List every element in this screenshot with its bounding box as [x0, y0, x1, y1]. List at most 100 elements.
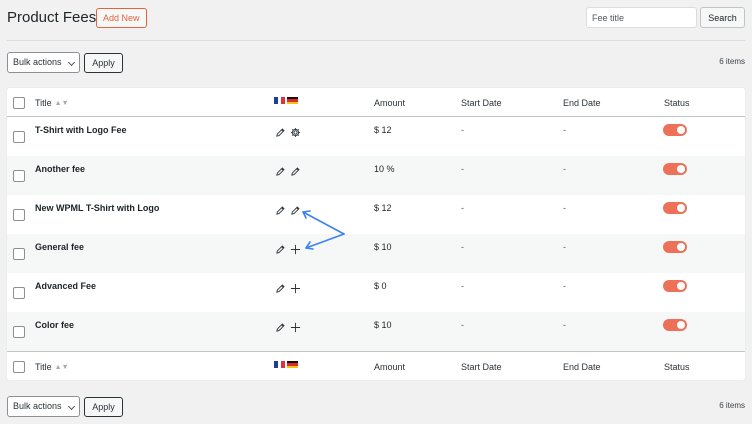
plus-icon[interactable] — [290, 242, 301, 255]
pencil-icon[interactable] — [275, 281, 286, 293]
fr-flag-icon — [274, 361, 286, 368]
pencil-icon[interactable] — [275, 164, 286, 176]
sort-icon: ▲▼ — [54, 364, 69, 371]
fee-title-link[interactable]: Another fee — [35, 164, 85, 174]
pencil-icon[interactable] — [290, 203, 301, 215]
end-date-cell: - — [563, 125, 566, 135]
table-row: Color fee $ 10 - - — [7, 312, 745, 351]
amount-cell: $ 12 — [374, 203, 392, 213]
fee-title-link[interactable]: T-Shirt with Logo Fee — [35, 125, 127, 135]
items-count: 6 items — [719, 57, 745, 66]
bulk-actions-label: Bulk actions — [13, 401, 62, 411]
fee-title-link[interactable]: New WPML T-Shirt with Logo — [35, 203, 159, 213]
start-date-cell: - — [461, 281, 464, 291]
start-date-cell: - — [461, 164, 464, 174]
end-date-cell: - — [563, 320, 566, 330]
language-flags — [274, 97, 298, 104]
chevron-down-icon — [67, 58, 76, 67]
bulk-actions-label: Bulk actions — [13, 57, 62, 67]
amount-cell: $ 10 — [374, 242, 392, 252]
tablenav-top: Bulk actions Apply 6 items — [7, 52, 745, 73]
end-date-cell: - — [563, 242, 566, 252]
translation-actions — [275, 125, 301, 137]
add-new-button[interactable]: Add New — [96, 8, 147, 28]
toggle-knob — [677, 282, 685, 290]
header-divider — [7, 40, 745, 41]
table-row: Another fee 10 % - - — [7, 156, 745, 195]
gear-icon[interactable] — [290, 125, 301, 137]
row-checkbox[interactable] — [13, 287, 25, 299]
table-row: General fee $ 10 - - — [7, 234, 745, 273]
fee-title-link[interactable]: Advanced Fee — [35, 281, 96, 291]
column-amount-footer: Amount — [374, 362, 406, 372]
search-input[interactable] — [586, 7, 697, 28]
column-start-date-footer: Start Date — [461, 362, 502, 372]
plus-icon[interactable] — [290, 320, 301, 333]
de-flag-icon — [287, 97, 298, 104]
column-title-footer[interactable]: Title ▲▼ — [35, 362, 69, 372]
toggle-knob — [677, 165, 685, 173]
chevron-down-icon — [67, 402, 76, 411]
status-toggle[interactable] — [663, 241, 687, 253]
row-checkbox[interactable] — [13, 209, 25, 221]
pencil-icon[interactable] — [275, 320, 286, 332]
row-checkbox[interactable] — [13, 170, 25, 182]
fees-table: Title ▲▼ Amount Start Date End Date Statu… — [7, 88, 745, 380]
table-row: Advanced Fee $ 0 - - — [7, 273, 745, 312]
table-header: Title ▲▼ Amount Start Date End Date Statu… — [7, 88, 745, 117]
amount-cell: 10 % — [374, 164, 395, 174]
select-all-checkbox[interactable] — [13, 97, 25, 109]
translation-actions — [275, 281, 301, 294]
start-date-cell: - — [461, 320, 464, 330]
plus-icon[interactable] — [290, 281, 301, 294]
row-checkbox[interactable] — [13, 131, 25, 143]
column-title-label: Title — [35, 362, 52, 372]
status-toggle[interactable] — [663, 124, 687, 136]
start-date-cell: - — [461, 203, 464, 213]
translation-actions — [275, 320, 301, 333]
column-status-header: Status — [664, 98, 690, 108]
fr-flag-icon — [274, 97, 286, 104]
status-toggle[interactable] — [663, 319, 687, 331]
sort-icon: ▲▼ — [54, 100, 69, 107]
pencil-icon[interactable] — [290, 164, 301, 176]
select-all-checkbox-footer[interactable] — [13, 361, 25, 373]
table-row: New WPML T-Shirt with Logo $ 12 - - — [7, 195, 745, 234]
end-date-cell: - — [563, 164, 566, 174]
start-date-cell: - — [461, 242, 464, 252]
end-date-cell: - — [563, 203, 566, 213]
column-title-label: Title — [35, 98, 52, 108]
toggle-knob — [677, 204, 685, 212]
column-end-date-header: End Date — [563, 98, 601, 108]
toggle-knob — [677, 243, 685, 251]
apply-button-bottom[interactable]: Apply — [84, 397, 123, 417]
bulk-actions-select[interactable]: Bulk actions — [7, 52, 80, 73]
toggle-knob — [677, 126, 685, 134]
tablenav-bottom: Bulk actions Apply 6 items — [7, 396, 745, 417]
apply-button[interactable]: Apply — [84, 53, 123, 73]
column-start-date-header: Start Date — [461, 98, 502, 108]
row-checkbox[interactable] — [13, 248, 25, 260]
toggle-knob — [677, 321, 685, 329]
fee-title-link[interactable]: General fee — [35, 242, 84, 252]
column-amount-header: Amount — [374, 98, 406, 108]
table-footer: Title ▲▼ Amount Start Date End Date Statu… — [7, 351, 745, 380]
pencil-icon[interactable] — [275, 242, 286, 254]
status-toggle[interactable] — [663, 202, 687, 214]
items-count-bottom: 6 items — [719, 401, 745, 410]
column-status-footer: Status — [664, 362, 690, 372]
column-end-date-footer: End Date — [563, 362, 601, 372]
de-flag-icon — [287, 361, 298, 368]
status-toggle[interactable] — [663, 280, 687, 292]
search-button[interactable]: Search — [700, 7, 745, 28]
amount-cell: $ 10 — [374, 320, 392, 330]
bulk-actions-select-bottom[interactable]: Bulk actions — [7, 396, 80, 417]
pencil-icon[interactable] — [275, 125, 286, 137]
amount-cell: $ 0 — [374, 281, 387, 291]
language-flags-footer — [274, 361, 298, 368]
column-title-header[interactable]: Title ▲▼ — [35, 98, 69, 108]
fee-title-link[interactable]: Color fee — [35, 320, 74, 330]
pencil-icon[interactable] — [275, 203, 286, 215]
row-checkbox[interactable] — [13, 326, 25, 338]
status-toggle[interactable] — [663, 163, 687, 175]
